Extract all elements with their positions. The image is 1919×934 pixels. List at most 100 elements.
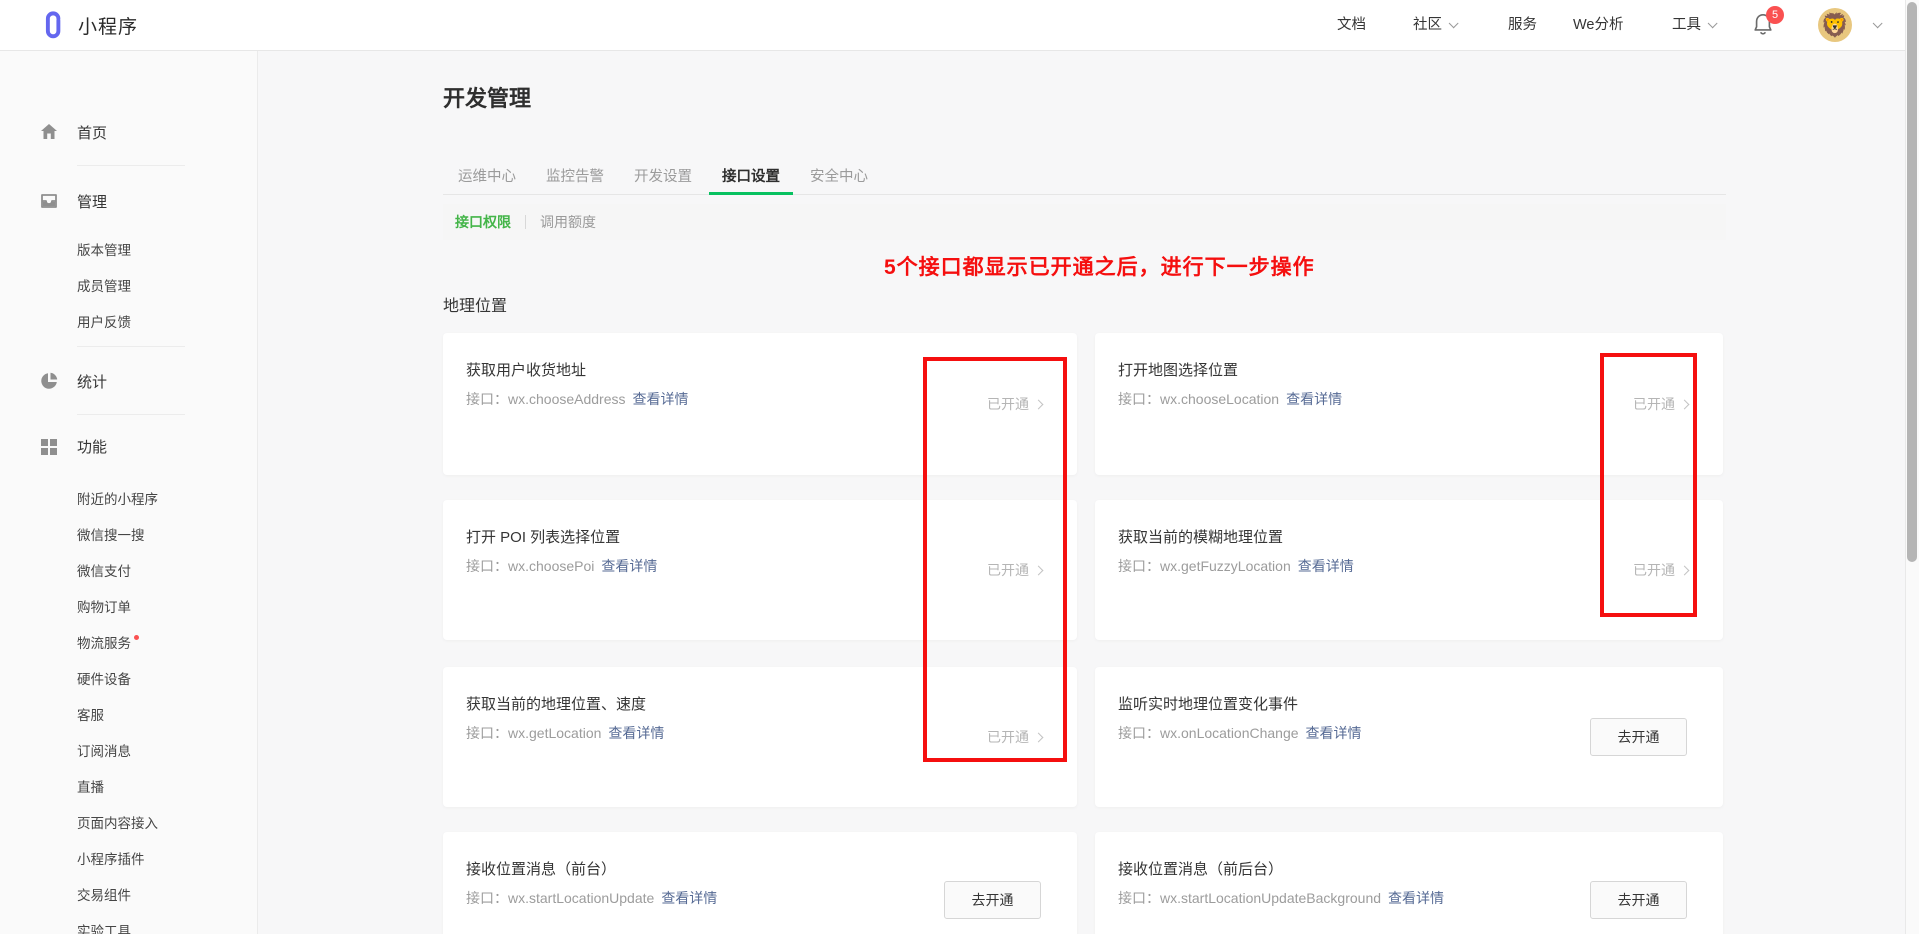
view-details-link[interactable]: 查看详情 [601, 558, 657, 574]
api-card-subtitle: 接口：wx.startLocationUpdate查看详情 [466, 888, 717, 908]
sidebar-item-page-content-access[interactable]: 页面内容接入 [77, 813, 158, 835]
sidebar: 首页 管理 版本管理 成员管理 用户反馈 统计 功能 附近的小程序 微信搜一搜 … [0, 51, 258, 934]
api-card-subtitle: 接口：wx.choosePoi查看详情 [466, 556, 657, 576]
subtab-call-quota[interactable]: 调用额度 [540, 212, 596, 232]
nav-service[interactable]: 服务 [1508, 0, 1537, 51]
api-name: wx.getFuzzyLocation [1160, 558, 1291, 574]
brand[interactable]: 小程序 [40, 10, 138, 40]
sidebar-item-shopping-orders[interactable]: 购物订单 [77, 597, 131, 619]
chevron-right-icon [1680, 565, 1690, 575]
tab-security-center[interactable]: 安全中心 [795, 161, 883, 194]
sidebar-item-member-manage[interactable]: 成员管理 [77, 276, 131, 298]
tab-monitor-alert[interactable]: 监控告警 [531, 161, 619, 194]
tab-api-settings[interactable]: 接口设置 [707, 161, 795, 194]
api-card-subtitle: 接口：wx.chooseLocation查看详情 [1118, 389, 1342, 409]
status-opened[interactable]: 已开通 [987, 394, 1042, 414]
sidebar-item-hardware-devices[interactable]: 硬件设备 [77, 669, 131, 691]
miniprogram-console: 小程序 文档 社区 服务 We分析 工具 5 🦁 首页 管理 版本 [0, 0, 1919, 934]
sidebar-item-customer-service[interactable]: 客服 [77, 705, 104, 727]
view-details-link[interactable]: 查看详情 [1298, 558, 1354, 574]
sidebar-item-manage[interactable]: 管理 [77, 192, 107, 214]
notification-badge: 5 [1766, 6, 1784, 24]
chevron-right-icon [1034, 732, 1044, 742]
api-card-title: 获取当前的模糊地理位置 [1118, 526, 1283, 547]
go-open-button[interactable]: 去开通 [1590, 718, 1687, 756]
manage-tray-icon [40, 192, 58, 210]
home-icon [40, 123, 58, 141]
api-name: wx.startLocationUpdate [508, 890, 654, 906]
stats-pie-icon [40, 372, 58, 390]
chevron-right-icon [1034, 399, 1044, 409]
scrollbar-thumb[interactable] [1907, 2, 1917, 562]
features-grid-icon [40, 437, 58, 455]
account-chevron-down-icon[interactable] [1873, 18, 1883, 28]
view-details-link[interactable]: 查看详情 [1306, 725, 1362, 741]
subtab-api-permissions[interactable]: 接口权限 [455, 212, 511, 232]
nav-community[interactable]: 社区 [1413, 0, 1455, 51]
tab-dev-settings[interactable]: 开发设置 [619, 161, 707, 194]
subtab-bar: 接口权限 调用额度 [443, 204, 1726, 240]
api-card-start-location-update: 接收位置消息（前台） 接口：wx.startLocationUpdate查看详情… [443, 832, 1077, 934]
api-card-title: 打开地图选择位置 [1118, 359, 1238, 380]
nav-docs[interactable]: 文档 [1337, 0, 1366, 51]
status-opened[interactable]: 已开通 [1633, 394, 1688, 414]
annotation-text: 5个接口都显示已开通之后，进行下一步操作 [884, 251, 1315, 281]
sidebar-item-miniprogram-plugins[interactable]: 小程序插件 [77, 849, 145, 871]
api-card-choose-location: 打开地图选择位置 接口：wx.chooseLocation查看详情 已开通 [1095, 333, 1723, 475]
chevron-down-icon [1708, 18, 1718, 28]
top-nav: 小程序 文档 社区 服务 We分析 工具 5 🦁 [0, 0, 1919, 51]
go-open-button[interactable]: 去开通 [944, 881, 1041, 919]
chevron-right-icon [1034, 565, 1044, 575]
divider [525, 215, 526, 229]
sidebar-item-wechat-search[interactable]: 微信搜一搜 [77, 525, 145, 547]
sidebar-item-nearby-miniprogram[interactable]: 附近的小程序 [77, 489, 158, 511]
divider [77, 165, 185, 166]
api-card-on-location-change: 监听实时地理位置变化事件 接口：wx.onLocationChange查看详情 … [1095, 667, 1723, 807]
section-title-geolocation: 地理位置 [443, 292, 507, 316]
sidebar-item-logistics-service[interactable]: 物流服务 [77, 633, 139, 655]
api-card-choose-poi: 打开 POI 列表选择位置 接口：wx.choosePoi查看详情 已开通 [443, 500, 1077, 640]
chevron-down-icon [1449, 18, 1459, 28]
view-details-link[interactable]: 查看详情 [608, 725, 664, 741]
sidebar-item-live[interactable]: 直播 [77, 777, 104, 799]
notification-bell[interactable]: 5 [1752, 12, 1788, 42]
sidebar-item-version-manage[interactable]: 版本管理 [77, 240, 131, 262]
brand-label: 小程序 [78, 12, 138, 39]
api-card-title: 获取用户收货地址 [466, 359, 586, 380]
view-details-link[interactable]: 查看详情 [633, 391, 689, 407]
nav-we-analytics[interactable]: We分析 [1573, 0, 1624, 51]
status-opened[interactable]: 已开通 [987, 560, 1042, 580]
api-name: wx.onLocationChange [1160, 725, 1299, 741]
scrollbar-track [1905, 0, 1919, 934]
go-open-button[interactable]: 去开通 [1590, 881, 1687, 919]
nav-tools[interactable]: 工具 [1672, 0, 1714, 51]
view-details-link[interactable]: 查看详情 [661, 890, 717, 906]
new-dot-icon [134, 635, 139, 640]
divider [77, 346, 185, 347]
api-name: wx.chooseAddress [508, 391, 626, 407]
tab-bar: 运维中心 监控告警 开发设置 接口设置 安全中心 [443, 161, 1726, 195]
api-card-subtitle: 接口：wx.chooseAddress查看详情 [466, 389, 689, 409]
api-card-choose-address: 获取用户收货地址 接口：wx.chooseAddress查看详情 已开通 [443, 333, 1077, 475]
sidebar-item-home[interactable]: 首页 [77, 123, 107, 145]
sidebar-item-stats[interactable]: 统计 [77, 372, 107, 394]
sidebar-item-features[interactable]: 功能 [77, 437, 107, 459]
api-name: wx.getLocation [508, 725, 601, 741]
view-details-link[interactable]: 查看详情 [1286, 391, 1342, 407]
sidebar-item-wechat-pay[interactable]: 微信支付 [77, 561, 131, 583]
avatar[interactable]: 🦁 [1818, 8, 1852, 42]
page-title: 开发管理 [443, 81, 531, 113]
api-card-title: 接收位置消息（前后台） [1118, 858, 1283, 879]
status-opened[interactable]: 已开通 [1633, 560, 1688, 580]
sidebar-item-user-feedback[interactable]: 用户反馈 [77, 312, 131, 334]
view-details-link[interactable]: 查看详情 [1388, 890, 1444, 906]
api-card-title: 获取当前的地理位置、速度 [466, 693, 646, 714]
api-card-title: 打开 POI 列表选择位置 [466, 526, 620, 547]
tab-ops-center[interactable]: 运维中心 [443, 161, 531, 194]
sidebar-item-experiment-tools[interactable]: 实验工具 [77, 921, 131, 934]
status-opened[interactable]: 已开通 [987, 727, 1042, 747]
api-name: wx.chooseLocation [1160, 391, 1279, 407]
sidebar-item-subscribe-messages[interactable]: 订阅消息 [77, 741, 131, 763]
sidebar-item-trade-components[interactable]: 交易组件 [77, 885, 131, 907]
api-card-subtitle: 接口：wx.startLocationUpdateBackground查看详情 [1118, 888, 1444, 908]
